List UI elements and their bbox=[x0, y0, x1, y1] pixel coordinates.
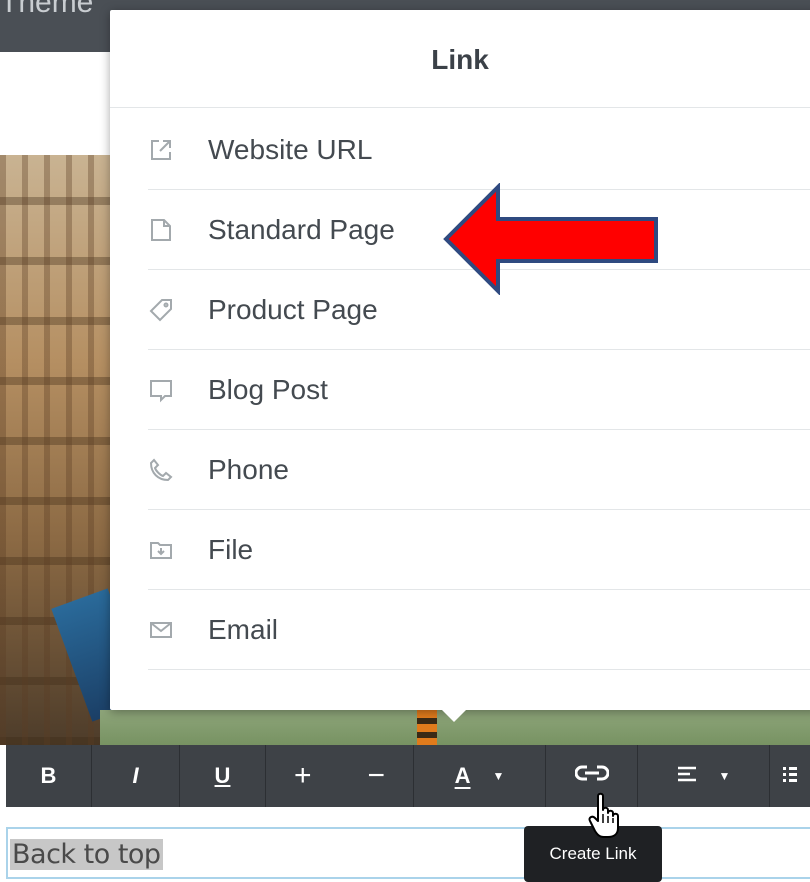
align-button[interactable]: ▼ bbox=[638, 745, 770, 807]
link-popup: Link Website URL Standard Page Product P… bbox=[110, 10, 810, 722]
red-arrow-annotation bbox=[443, 183, 658, 295]
formatting-toolbar: B I U + − A ▼ ▼ bbox=[6, 745, 810, 807]
nav-item-theme[interactable]: Theme bbox=[0, 0, 93, 20]
link-option-label: Phone bbox=[208, 453, 289, 485]
link-option-email[interactable]: Email bbox=[148, 590, 810, 670]
popup-caret bbox=[442, 710, 466, 722]
text-editor-field[interactable]: Back to top bbox=[6, 827, 810, 879]
selected-text[interactable]: Back to top bbox=[10, 839, 163, 870]
link-option-label: File bbox=[208, 533, 254, 565]
increase-font-button[interactable]: + bbox=[294, 759, 312, 793]
external-link-icon bbox=[148, 110, 208, 190]
link-option-file[interactable]: File bbox=[148, 510, 810, 590]
page-icon bbox=[148, 190, 208, 270]
file-folder-icon bbox=[148, 510, 208, 590]
envelope-icon bbox=[148, 590, 208, 670]
caret-down-icon: ▼ bbox=[492, 769, 505, 783]
tag-icon bbox=[148, 270, 208, 350]
link-option-label: Standard Page bbox=[208, 213, 395, 245]
phone-icon bbox=[148, 430, 208, 510]
font-size-group: + − bbox=[266, 745, 414, 807]
text-color-icon: A bbox=[454, 763, 471, 788]
comment-icon bbox=[148, 350, 208, 430]
link-option-blog-post[interactable]: Blog Post bbox=[148, 350, 810, 430]
text-color-button[interactable]: A ▼ bbox=[414, 745, 546, 807]
link-icon bbox=[574, 763, 609, 789]
divider bbox=[110, 107, 810, 108]
photo-mooring-pole bbox=[417, 710, 437, 745]
italic-button[interactable]: I bbox=[92, 745, 180, 807]
list-icon bbox=[783, 763, 797, 789]
list-button[interactable] bbox=[770, 745, 810, 807]
link-option-phone[interactable]: Phone bbox=[148, 430, 810, 510]
link-option-website-url[interactable]: Website URL bbox=[148, 110, 810, 190]
link-option-label: Website URL bbox=[208, 133, 373, 165]
align-left-icon bbox=[677, 763, 697, 789]
link-option-label: Email bbox=[208, 613, 279, 645]
bold-button[interactable]: B bbox=[6, 745, 92, 807]
link-option-label: Product Page bbox=[208, 293, 378, 325]
caret-down-icon: ▼ bbox=[718, 769, 731, 783]
underline-button[interactable]: U bbox=[180, 745, 266, 807]
hand-cursor-icon bbox=[588, 792, 619, 838]
link-option-label: Blog Post bbox=[208, 373, 328, 405]
popup-title: Link bbox=[431, 44, 489, 75]
decrease-font-button[interactable]: − bbox=[367, 759, 385, 793]
